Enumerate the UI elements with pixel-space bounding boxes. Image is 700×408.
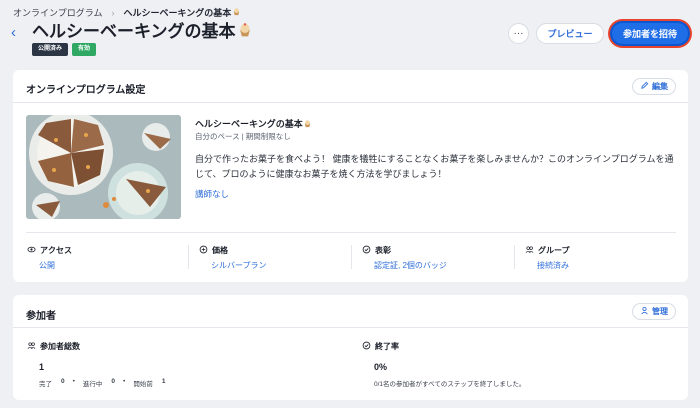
program-description: 自分で作ったお菓子を食べよう！ 健康を犠牲にすることなくお菓子を楽しみませんか？… [195, 154, 674, 179]
breakdown-notstarted-label: 開始前 [133, 381, 153, 388]
preview-button[interactable]: プレビュー [536, 23, 604, 44]
breakdown-completed-label: 完了 [39, 381, 52, 388]
breakdown-inprogress-value: 0 [111, 378, 116, 385]
check-circle-icon [362, 341, 371, 352]
card-divider [13, 102, 688, 103]
participants-card-title: 参加者 [26, 311, 56, 322]
status-badges: 公開済み 有効 [32, 43, 97, 56]
eye-icon [27, 245, 36, 256]
stat-certificate-value: 認定証, 2個のバッジ [374, 261, 447, 270]
stat-price-label: 価格 [212, 246, 228, 255]
edit-label: 編集 [652, 82, 668, 91]
stat-separator [514, 245, 515, 269]
page-title: ヘルシーベーキングの基本 [32, 21, 253, 44]
stat-access: アクセス 公開 [27, 245, 72, 271]
completion-rate-text: 終了率 [375, 342, 399, 351]
total-participants-label: 参加者総数 [27, 341, 80, 352]
stat-group-value: 接続済み [537, 261, 569, 270]
group-icon [27, 341, 36, 352]
check-circle-icon [362, 245, 371, 256]
breakdown-notstarted-value: 1 [161, 378, 166, 385]
bullet-separator: • [123, 378, 126, 385]
stat-group: グループ 接続済み [525, 245, 570, 271]
page-title-text: ヘルシーベーキングの基本 [32, 22, 236, 41]
stat-separator [351, 245, 352, 269]
stat-group-label: グループ [538, 246, 570, 255]
group-icon [525, 245, 534, 256]
stat-separator [188, 245, 189, 269]
settings-card-title: オンラインプログラム設定 [26, 85, 146, 96]
manage-label: 管理 [652, 307, 668, 316]
person-icon [640, 306, 649, 317]
back-arrow-icon[interactable]: ‹ [11, 23, 16, 43]
chevron-right-icon: › [111, 7, 115, 18]
breadcrumb-current: ヘルシーベーキングの基本 [123, 8, 232, 18]
total-participants-value: 1 [39, 362, 45, 372]
program-name-text: ヘルシーベーキングの基本 [195, 119, 303, 129]
invite-participants-button[interactable]: 参加者を招待 [610, 21, 690, 46]
manage-button[interactable]: 管理 [632, 303, 676, 320]
cupcake-icon [303, 119, 312, 130]
more-dots-icon: ··· [513, 28, 524, 39]
more-options-button[interactable]: ··· [508, 23, 529, 44]
breakdown-completed-value: 0 [61, 378, 65, 385]
program-name: ヘルシーベーキングの基本 [195, 117, 312, 130]
instructor-link[interactable]: 講師なし [195, 188, 229, 200]
program-cover-image [26, 115, 181, 219]
participant-breakdown: 完了 0 • 進行中 0 • 開始前 1 [39, 378, 165, 388]
stat-certificate: 表彰 認定証, 2個のバッジ [362, 245, 447, 271]
pencil-icon [640, 81, 649, 92]
breakdown-inprogress-label: 進行中 [82, 381, 103, 388]
stats-divider [26, 232, 676, 233]
edit-button[interactable]: 編集 [632, 78, 676, 95]
breadcrumb: オンラインプログラム › ヘルシーベーキングの基本 [13, 6, 241, 19]
stat-access-label: アクセス [40, 246, 72, 255]
completion-note: 0/1名の参加者がすべてのステップを終了しました。 [374, 381, 526, 388]
bullet-separator: • [72, 378, 75, 385]
stat-certificate-label: 表彰 [375, 246, 391, 255]
price-tag-icon [199, 245, 208, 256]
card-divider [13, 327, 688, 328]
cupcake-icon [237, 22, 253, 44]
program-meta: 自分のペース | 期間制限なし [195, 132, 291, 141]
breadcrumb-parent[interactable]: オンラインプログラム [13, 6, 102, 19]
active-badge: 有効 [72, 43, 97, 56]
completion-rate-label: 終了率 [362, 341, 399, 352]
total-participants-text: 参加者総数 [40, 342, 80, 351]
stat-price-value: シルバープラン [211, 261, 267, 270]
stat-access-value: 公開 [39, 261, 55, 270]
cupcake-icon [232, 7, 241, 18]
published-badge: 公開済み [32, 43, 69, 56]
completion-rate-value: 0% [374, 362, 388, 372]
stat-price: 価格 シルバープラン [199, 245, 267, 271]
